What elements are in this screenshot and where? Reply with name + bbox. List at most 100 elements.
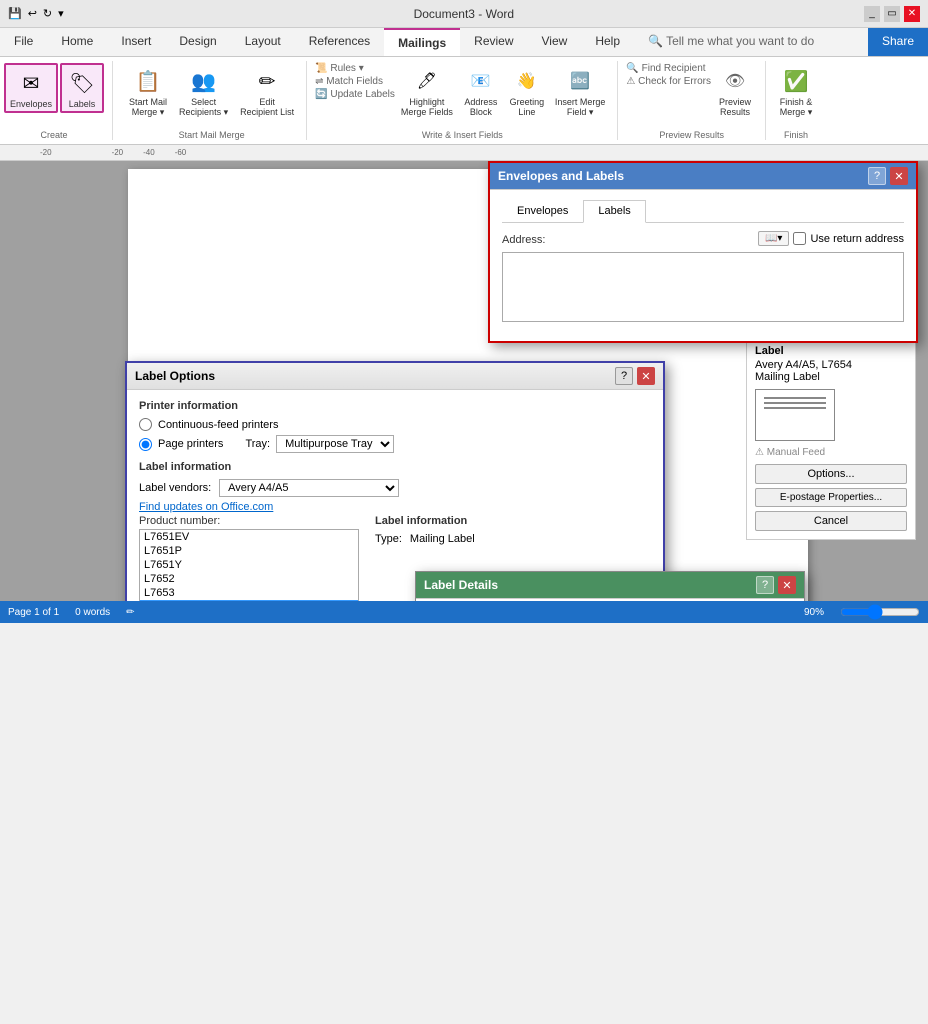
preview-results-btn[interactable]: 👁 PreviewResults bbox=[713, 63, 757, 119]
title-bar-left: 💾 ↩ ↻ ▾ bbox=[8, 7, 64, 20]
address-block-icon: 📧 bbox=[465, 65, 497, 97]
label-details-body: Preview Width Height Side margins To bbox=[416, 599, 804, 601]
document-area: Envelopes and Labels ? ✕ Envelopes Label… bbox=[0, 161, 928, 601]
envelopes-labels-dialog: Envelopes and Labels ? ✕ Envelopes Label… bbox=[488, 161, 918, 343]
label-line-1 bbox=[764, 397, 826, 399]
address-row: Address: 📖▾ Use return address bbox=[502, 231, 904, 325]
label-line-2 bbox=[764, 402, 826, 404]
tab-review[interactable]: Review bbox=[460, 28, 527, 56]
undo-btn[interactable]: ↩ bbox=[28, 7, 37, 20]
envelope-icon: ✉ bbox=[15, 67, 47, 99]
tray-select[interactable]: Multipurpose Tray bbox=[276, 435, 394, 453]
highlight-icon: 🖊 bbox=[411, 65, 443, 97]
label-vendors-select[interactable]: Avery A4/A5 bbox=[219, 479, 399, 497]
labels-btn[interactable]: 🏷 Labels bbox=[60, 63, 104, 113]
tab-view[interactable]: View bbox=[528, 28, 582, 56]
label-details-dialog: Label Details ? ✕ Preview Width bbox=[415, 571, 805, 601]
type-label: Type: bbox=[375, 533, 402, 545]
address-textarea[interactable] bbox=[502, 252, 904, 322]
edit-recipient-list-btn[interactable]: ✏ EditRecipient List bbox=[236, 63, 298, 119]
minimize-btn[interactable]: _ bbox=[864, 6, 880, 22]
list-item-l7651ev[interactable]: L7651EV bbox=[140, 530, 358, 544]
env-labels-help-btn[interactable]: ? bbox=[868, 167, 886, 185]
insert-field-icon: 🔤 bbox=[564, 65, 596, 97]
printer-info-title: Printer information bbox=[139, 400, 651, 412]
label-vendors-label: Label vendors: bbox=[139, 482, 211, 494]
tab-layout[interactable]: Layout bbox=[231, 28, 295, 56]
preview-group-label: Preview Results bbox=[626, 130, 757, 140]
tab-tell-me[interactable]: 🔍 Tell me what you want to do bbox=[634, 28, 828, 56]
envelopes-btn[interactable]: ✉ Envelopes bbox=[4, 63, 58, 113]
use-return-address-label[interactable]: Use return address bbox=[793, 232, 904, 245]
greeting-line-btn[interactable]: 👋 GreetingLine bbox=[505, 63, 549, 119]
restore-btn[interactable]: ▭ bbox=[884, 6, 900, 22]
use-return-address-checkbox[interactable] bbox=[793, 232, 806, 245]
list-item-l7654[interactable]: L7654 bbox=[140, 600, 358, 601]
envelopes-labels-title: Envelopes and Labels bbox=[498, 169, 624, 183]
product-number-section: Product number: L7651EV L7651P L7651Y L7… bbox=[139, 515, 359, 601]
address-block-label: AddressBlock bbox=[464, 97, 497, 117]
product-list[interactable]: L7651EV L7651P L7651Y L7652 L7653 L7654 bbox=[139, 529, 359, 601]
tab-home[interactable]: Home bbox=[47, 28, 107, 56]
options-btn[interactable]: Options... bbox=[755, 464, 907, 484]
preview-icon: 👁 bbox=[719, 65, 751, 97]
envelopes-labels-titlebar: Envelopes and Labels ? ✕ bbox=[490, 163, 916, 190]
tab-references[interactable]: References bbox=[295, 28, 384, 56]
continuous-feed-radio[interactable] bbox=[139, 418, 152, 431]
type-row: Type: Mailing Label bbox=[375, 533, 475, 545]
list-item-l7653[interactable]: L7653 bbox=[140, 586, 358, 600]
rules-btn[interactable]: 📜 Rules ▾ bbox=[315, 63, 395, 74]
tab-file[interactable]: File bbox=[0, 28, 47, 56]
select-recipients-icon: 👥 bbox=[188, 65, 220, 97]
page-info: Page 1 of 1 bbox=[8, 607, 59, 618]
greeting-label: GreetingLine bbox=[510, 97, 545, 117]
zoom-level: 90% bbox=[804, 607, 824, 618]
tab-labels[interactable]: Labels bbox=[583, 200, 645, 223]
labels-icon: 🏷 bbox=[66, 67, 98, 99]
customize-btn[interactable]: ▾ bbox=[58, 7, 64, 20]
ruler: -20 -20 -40 -60 bbox=[0, 145, 928, 161]
address-toolbar: 📖▾ Use return address bbox=[758, 231, 904, 246]
tab-share[interactable]: Share bbox=[868, 28, 928, 56]
tab-mailings[interactable]: Mailings bbox=[384, 28, 460, 56]
find-recipient-btn[interactable]: 🔍 Find Recipient bbox=[626, 63, 711, 74]
check-errors-btn[interactable]: ⚠ Check for Errors bbox=[626, 76, 711, 87]
env-cancel-btn[interactable]: Cancel bbox=[755, 511, 907, 531]
envelope-label: Envelopes bbox=[10, 99, 52, 109]
select-recipients-btn[interactable]: 👥 SelectRecipients ▾ bbox=[175, 63, 232, 120]
tab-insert[interactable]: Insert bbox=[107, 28, 165, 56]
find-updates-link[interactable]: Find updates on Office.com bbox=[139, 501, 651, 513]
insert-merge-field-btn[interactable]: 🔤 Insert MergeField ▾ bbox=[551, 63, 610, 120]
label-options-dialog: Label Options ? ✕ Printer information Co… bbox=[125, 361, 665, 601]
highlight-merge-fields-btn[interactable]: 🖊 HighlightMerge Fields bbox=[397, 63, 457, 119]
page-printers-radio[interactable] bbox=[139, 438, 152, 451]
finish-merge-btn[interactable]: ✅ Finish &Merge ▾ bbox=[774, 63, 818, 120]
label-options-help-btn[interactable]: ? bbox=[615, 367, 633, 385]
list-item-l7652[interactable]: L7652 bbox=[140, 572, 358, 586]
ribbon-tab-bar: File Home Insert Design Layout Reference… bbox=[0, 28, 928, 57]
address-book-btn[interactable]: 📖▾ bbox=[758, 231, 789, 246]
match-fields-btn[interactable]: ⇌ Match Fields bbox=[315, 76, 395, 87]
close-btn[interactable]: ✕ bbox=[904, 6, 920, 22]
finish-label: Finish &Merge ▾ bbox=[780, 97, 813, 118]
list-item-l7651y[interactable]: L7651Y bbox=[140, 558, 358, 572]
label-options-close-btn[interactable]: ✕ bbox=[637, 367, 655, 385]
continuous-feed-row: Continuous-feed printers bbox=[139, 418, 651, 431]
redo-btn[interactable]: ↻ bbox=[43, 7, 52, 20]
greeting-icon: 👋 bbox=[511, 65, 543, 97]
update-labels-btn[interactable]: 🔄 Update Labels bbox=[315, 89, 395, 100]
status-bar: Page 1 of 1 0 words ✏ 90% bbox=[0, 601, 928, 623]
label-details-help-btn[interactable]: ? bbox=[756, 576, 774, 594]
tab-envelopes[interactable]: Envelopes bbox=[502, 200, 583, 222]
zoom-slider[interactable] bbox=[840, 604, 920, 620]
address-block-btn[interactable]: 📧 AddressBlock bbox=[459, 63, 503, 119]
e-postage-btn[interactable]: E-postage Properties... bbox=[755, 488, 907, 507]
continuous-feed-label: Continuous-feed printers bbox=[158, 419, 278, 431]
start-mail-merge-btn[interactable]: 📋 Start MailMerge ▾ bbox=[125, 63, 171, 120]
label-info-title: Label information bbox=[139, 461, 651, 473]
list-item-l7651p[interactable]: L7651P bbox=[140, 544, 358, 558]
tab-design[interactable]: Design bbox=[165, 28, 230, 56]
env-labels-close-btn[interactable]: ✕ bbox=[890, 167, 908, 185]
tab-help[interactable]: Help bbox=[581, 28, 634, 56]
label-details-close-btn[interactable]: ✕ bbox=[778, 576, 796, 594]
